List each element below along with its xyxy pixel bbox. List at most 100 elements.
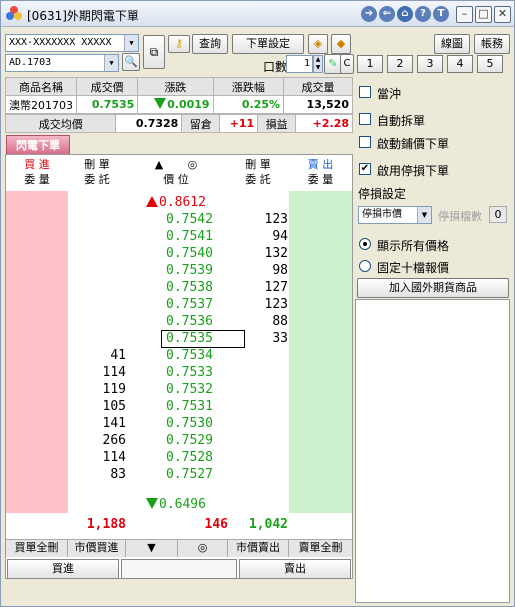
price-level[interactable]: 0.7536	[146, 313, 238, 330]
sell-order-qty[interactable]	[228, 449, 288, 466]
link-icon[interactable]: ⌂	[397, 6, 413, 22]
sell-cell[interactable]	[289, 296, 352, 313]
buy-order-qty[interactable]: 83	[68, 466, 126, 483]
sell-order-qty[interactable]	[228, 347, 288, 364]
sell-cell[interactable]	[289, 279, 352, 296]
buy-order-qty[interactable]: 119	[68, 381, 126, 398]
price-level[interactable]: 0.7529	[146, 432, 238, 449]
key-icon[interactable]: ⚷	[168, 35, 190, 53]
buy-order-qty[interactable]	[68, 330, 126, 347]
sell-cell[interactable]	[289, 330, 352, 347]
buy-cell[interactable]	[6, 262, 68, 279]
back-icon[interactable]: ⇐	[379, 6, 395, 22]
sell-order-qty[interactable]	[228, 398, 288, 415]
buy-cell[interactable]	[6, 364, 68, 381]
buy-cell[interactable]	[6, 398, 68, 415]
sell-order-qty[interactable]	[228, 364, 288, 381]
limit-up-price[interactable]: 0.8612	[146, 194, 238, 211]
market-sell-button[interactable]: 市價賣出	[228, 540, 289, 557]
sell-order-qty[interactable]: 132	[228, 245, 288, 262]
sell-order-qty[interactable]	[228, 432, 288, 449]
price-level[interactable]: 0.7535	[146, 330, 238, 347]
sell-order-qty[interactable]: 88	[228, 313, 288, 330]
buy-order-qty[interactable]: 141	[68, 415, 126, 432]
sell-cell[interactable]	[289, 245, 352, 262]
sell-order-qty[interactable]	[228, 466, 288, 483]
buy-order-qty[interactable]	[68, 313, 126, 330]
account-button[interactable]: 帳務	[474, 34, 510, 54]
help-icon[interactable]: ?	[415, 6, 431, 22]
buy-order-qty[interactable]	[68, 211, 126, 228]
price-level[interactable]: 0.7527	[146, 466, 238, 483]
sell-cell[interactable]	[289, 466, 352, 483]
auto-split-checkbox[interactable]	[359, 113, 371, 125]
cancel-all-buy-button[interactable]: 買單全刪	[6, 540, 68, 557]
sell-order-qty[interactable]: 98	[228, 262, 288, 279]
auto-buyback-checkbox[interactable]	[359, 136, 371, 148]
sell-cell[interactable]	[289, 347, 352, 364]
buy-cell[interactable]	[6, 415, 68, 432]
quick-lots-4[interactable]: 4	[447, 55, 473, 73]
buy-order-qty[interactable]	[68, 262, 126, 279]
sell-cell[interactable]	[289, 381, 352, 398]
tab-flash-order[interactable]: 閃電下單	[6, 135, 70, 155]
sell-cell[interactable]	[289, 228, 352, 245]
diamond-down-icon[interactable]: ◆	[331, 34, 351, 54]
maximize-icon[interactable]: □	[475, 6, 492, 23]
sell-header[interactable]: 賣 出 委 量	[289, 157, 352, 187]
price-level[interactable]: 0.7532	[146, 381, 238, 398]
buy-order-qty[interactable]: 114	[68, 449, 126, 466]
price-level[interactable]: 0.7539	[146, 262, 238, 279]
topic-icon[interactable]: T	[433, 6, 449, 22]
price-level[interactable]: 0.7533	[146, 364, 238, 381]
quick-lots-3[interactable]: 3	[417, 55, 443, 73]
stop-ticks-input[interactable]: 0	[489, 206, 507, 223]
buy-cell[interactable]	[6, 279, 68, 296]
buy-order-qty[interactable]: 114	[68, 364, 126, 381]
center-bottom-button[interactable]: ◎	[178, 540, 228, 557]
price-level[interactable]: 0.7530	[146, 415, 238, 432]
buy-cell[interactable]	[6, 381, 68, 398]
fixed-ten-radio[interactable]	[359, 260, 371, 272]
buy-cell[interactable]	[6, 347, 68, 364]
diamond-up-icon[interactable]: ◈	[308, 34, 328, 54]
quick-lots-2[interactable]: 2	[387, 55, 413, 73]
sell-cell[interactable]	[289, 262, 352, 279]
add-product-button[interactable]: 加入國外期貨商品	[357, 278, 509, 298]
sell-order-qty[interactable]: 123	[228, 296, 288, 313]
buy-cell[interactable]	[6, 228, 68, 245]
sell-cell[interactable]	[289, 432, 352, 449]
sell-order-qty[interactable]	[228, 415, 288, 432]
chevron-down-icon[interactable]: ▼	[104, 55, 118, 71]
buy-cell[interactable]	[6, 313, 68, 330]
limit-down-price[interactable]: 0.6496	[146, 496, 238, 513]
scroll-up-button[interactable]: ▲	[155, 158, 163, 171]
sell-order-qty[interactable]	[228, 381, 288, 398]
buy-cell[interactable]	[6, 245, 68, 262]
price-level[interactable]: 0.7531	[146, 398, 238, 415]
close-icon[interactable]: ✕	[494, 6, 511, 23]
lots-input[interactable]: 1	[286, 55, 313, 73]
buy-cell[interactable]	[6, 296, 68, 313]
sell-cell[interactable]	[289, 449, 352, 466]
price-level[interactable]: 0.7538	[146, 279, 238, 296]
search-icon[interactable]: 🔍	[122, 53, 140, 71]
show-all-prices-radio[interactable]	[359, 238, 371, 250]
sell-order-qty[interactable]: 127	[228, 279, 288, 296]
buy-order-qty[interactable]: 105	[68, 398, 126, 415]
buy-cell[interactable]	[6, 432, 68, 449]
sell-cell[interactable]	[289, 313, 352, 330]
market-buy-button[interactable]: 市價買進	[68, 540, 126, 557]
sell-cell[interactable]	[289, 211, 352, 228]
buy-order-qty[interactable]: 266	[68, 432, 126, 449]
buy-order-qty[interactable]	[68, 228, 126, 245]
price-level[interactable]: 0.7542	[146, 211, 238, 228]
stop-type-select[interactable]: 停損市價 ▼	[358, 206, 432, 224]
chevron-down-icon[interactable]: ▼	[124, 35, 138, 51]
buy-header[interactable]: 買 進 委 量	[6, 157, 68, 187]
buy-order-qty[interactable]	[68, 296, 126, 313]
c-button[interactable]: C	[340, 54, 354, 74]
product-list[interactable]	[355, 299, 510, 603]
sell-button[interactable]: 賣出	[239, 559, 351, 579]
sell-cell[interactable]	[289, 398, 352, 415]
